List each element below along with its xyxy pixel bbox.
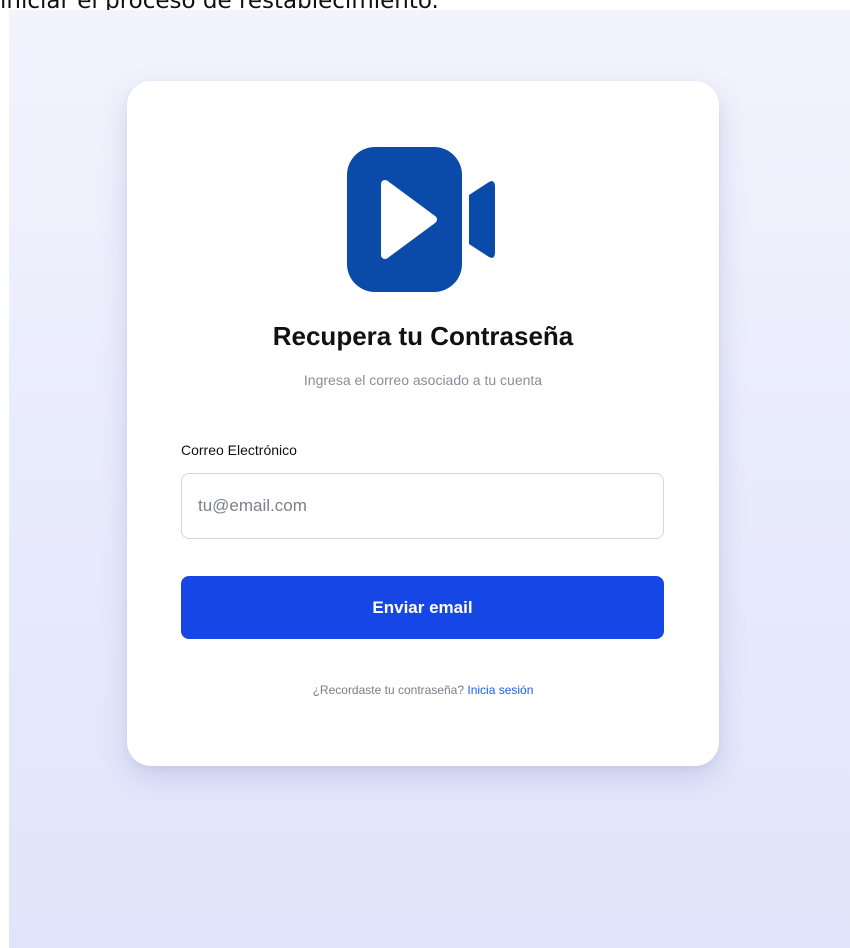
page-background: Recupera tu Contraseña Ingresa el correo… — [9, 10, 850, 948]
password-recovery-card: Recupera tu Contraseña Ingresa el correo… — [127, 81, 719, 766]
send-email-button[interactable]: Enviar email — [181, 576, 664, 639]
login-prompt-question: ¿Recordaste tu contraseña? — [312, 683, 465, 697]
email-field-label: Correo Electrónico — [181, 442, 297, 458]
page-title: Recupera tu Contraseña — [272, 321, 574, 351]
video-camera-play-icon — [347, 147, 495, 292]
page-subtitle: Ingresa el correo asociado a tu cuenta — [303, 372, 543, 388]
login-prompt: ¿Recordaste tu contraseña? Inicia sesión — [127, 683, 719, 697]
email-input[interactable] — [181, 473, 664, 539]
login-link[interactable]: Inicia sesión — [467, 683, 533, 697]
